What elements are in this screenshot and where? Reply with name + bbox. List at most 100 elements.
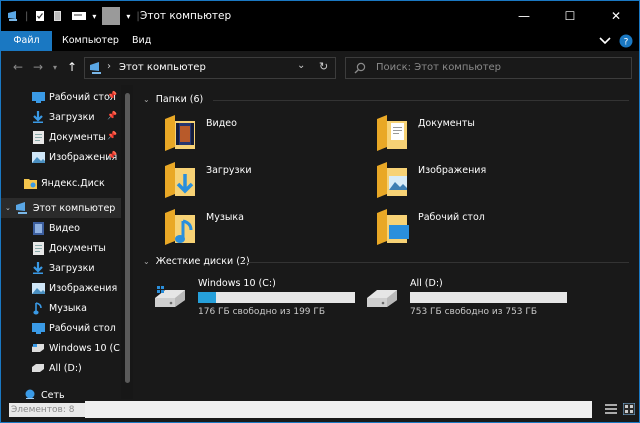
desktop-folder-icon <box>377 209 409 245</box>
refresh-icon[interactable]: ↻ <box>319 60 328 73</box>
documents-icon <box>31 241 45 255</box>
sidebar-item-music[interactable]: Музыка <box>1 298 121 318</box>
drive-tile-d[interactable]: All (D:) 753 ГБ свободно из 753 ГБ <box>345 278 567 318</box>
download-icon <box>31 261 45 275</box>
qat-placeholder-icon <box>102 7 121 25</box>
network-icon <box>23 388 37 399</box>
status-bar-blank <box>85 401 592 418</box>
forward-arrow-icon[interactable]: → <box>33 60 43 74</box>
content-pane: ⌄ Папки (6) Видео Документы Загрузки Изо… <box>133 85 639 399</box>
sidebar-item-documents[interactable]: Документы <box>1 238 121 258</box>
drives-group-header[interactable]: ⌄ Жесткие диски (2) <box>143 256 250 267</box>
sidebar-item-video[interactable]: Видео <box>1 218 121 238</box>
properties-icon[interactable] <box>34 10 46 22</box>
sidebar-item-this-pc[interactable]: ⌄ Этот компьютер <box>1 198 121 218</box>
qat-dropdown-icon[interactable]: ▾ <box>92 12 96 21</box>
search-input[interactable]: Поиск: Этот компьютер <box>376 62 501 73</box>
scrollbar-thumb[interactable] <box>125 93 130 383</box>
close-button[interactable]: ✕ <box>593 1 639 31</box>
folder-tile-music[interactable]: Музыка <box>141 207 341 247</box>
search-box[interactable]: Поиск: Этот компьютер <box>345 57 632 79</box>
sidebar-item-downloads[interactable]: Загрузки <box>1 258 121 278</box>
sidebar-item-downloads-pinned[interactable]: Загрузки 📌 <box>1 107 121 127</box>
expand-ribbon-icon[interactable] <box>599 36 611 46</box>
desktop-icon <box>31 90 45 104</box>
sidebar-item-yandex-disk[interactable]: Яндекс.Диск <box>1 173 121 193</box>
large-icons-view-icon[interactable] <box>623 403 635 415</box>
ribbon-controls: ? <box>599 34 633 48</box>
back-arrow-icon[interactable]: ← <box>13 60 23 74</box>
sidebar-item-pictures-pinned[interactable]: Изображения 📌 <box>1 147 121 167</box>
navigation-bar: ← → ▾ ↑ › Этот компьютер ⌄ ↻ Поиск: Этот… <box>1 51 639 85</box>
new-folder-icon[interactable] <box>52 10 64 22</box>
navigation-scrollbar[interactable] <box>121 85 133 399</box>
sidebar-item-drive-c[interactable]: Windows 10 (C:) <box>1 338 127 358</box>
music-folder-icon <box>165 209 195 245</box>
sidebar-item-drive-d[interactable]: All (D:) <box>1 358 121 378</box>
customize-qat-icon[interactable]: ▾ <box>126 12 130 21</box>
recent-locations-icon[interactable]: ▾ <box>53 63 57 72</box>
folder-tile-desktop[interactable]: Рабочий стол <box>353 207 553 247</box>
tab-computer[interactable]: Компьютер <box>62 31 119 51</box>
collapse-chevron-icon[interactable]: ⌄ <box>143 95 150 104</box>
drive-icon <box>367 290 397 307</box>
sidebar-item-documents-pinned[interactable]: Документы 📌 <box>1 127 121 147</box>
drive-icon <box>31 341 45 355</box>
computer-icon <box>90 62 101 74</box>
pin-icon: 📌 <box>107 91 117 100</box>
breadcrumb-this-pc[interactable]: Этот компьютер <box>119 62 206 73</box>
yandex-disk-icon <box>23 176 37 190</box>
collapse-chevron-icon[interactable]: ⌄ <box>5 204 11 212</box>
drive-tile-c[interactable]: Windows 10 (C:) 176 ГБ свободно из 199 Г… <box>133 278 355 318</box>
drive-usage-fill <box>198 292 217 303</box>
item-count: Элементов: 8 <box>9 403 87 417</box>
up-arrow-icon[interactable]: ↑ <box>67 60 77 74</box>
ribbon: Файл Компьютер Вид ? <box>1 31 639 51</box>
music-icon <box>31 301 45 315</box>
folder-tile-documents[interactable]: Документы <box>353 113 553 153</box>
sidebar-item-desktop[interactable]: Рабочий стол <box>1 318 121 338</box>
pictures-folder-icon <box>377 162 407 198</box>
sidebar-item-pictures[interactable]: Изображения <box>1 278 121 298</box>
navigation-pane: Рабочий стол 📌 Загрузки 📌 Документы 📌 Из… <box>1 85 133 399</box>
svg-text:?: ? <box>624 38 629 48</box>
drive-icon <box>31 361 45 375</box>
documents-folder-icon <box>377 115 407 151</box>
minimize-button[interactable]: — <box>501 1 547 31</box>
maximize-button[interactable]: ☐ <box>547 1 593 31</box>
system-drive-icon <box>155 286 185 307</box>
pin-icon: 📌 <box>107 131 117 140</box>
collapse-chevron-icon[interactable]: ⌄ <box>143 257 150 266</box>
drive-usage-bar <box>198 292 355 303</box>
pin-icon: 📌 <box>107 151 117 160</box>
documents-icon <box>31 130 45 144</box>
help-icon[interactable]: ? <box>619 34 633 48</box>
folder-tile-pictures[interactable]: Изображения <box>353 160 553 200</box>
details-view-icon[interactable] <box>605 403 617 415</box>
video-folder-icon <box>165 115 195 151</box>
view-switcher <box>605 403 635 415</box>
folder-tile-downloads[interactable]: Загрузки <box>141 160 341 200</box>
group-divider <box>241 262 629 263</box>
desktop-icon <box>31 321 45 335</box>
folders-group-header[interactable]: ⌄ Папки (6) <box>143 94 203 105</box>
pin-icon: 📌 <box>107 111 117 120</box>
caption-buttons: — ☐ ✕ <box>501 1 639 31</box>
tab-view[interactable]: Вид <box>132 31 151 51</box>
window-title: Этот компьютер <box>140 10 232 22</box>
drive-usage-bar <box>410 292 567 303</box>
breadcrumb-separator[interactable]: › <box>107 61 111 72</box>
explorer-window: | ▾ ▾ | Этот компьютер — ☐ ✕ Файл Компью… <box>1 1 639 422</box>
sidebar-item-desktop-pinned[interactable]: Рабочий стол 📌 <box>1 87 121 107</box>
folder-tile-video[interactable]: Видео <box>141 113 341 153</box>
address-dropdown-icon[interactable]: ⌄ <box>297 60 305 71</box>
rename-icon[interactable] <box>70 10 87 22</box>
computer-icon <box>8 11 17 21</box>
address-bar[interactable]: › Этот компьютер ⌄ ↻ <box>84 57 336 79</box>
sidebar-item-network[interactable]: Сеть <box>1 385 121 399</box>
downloads-folder-icon <box>165 162 195 198</box>
download-icon <box>31 110 45 124</box>
tab-file[interactable]: Файл <box>1 31 52 51</box>
quick-access-toolbar: | ▾ ▾ | <box>7 7 140 25</box>
group-divider <box>213 100 629 101</box>
